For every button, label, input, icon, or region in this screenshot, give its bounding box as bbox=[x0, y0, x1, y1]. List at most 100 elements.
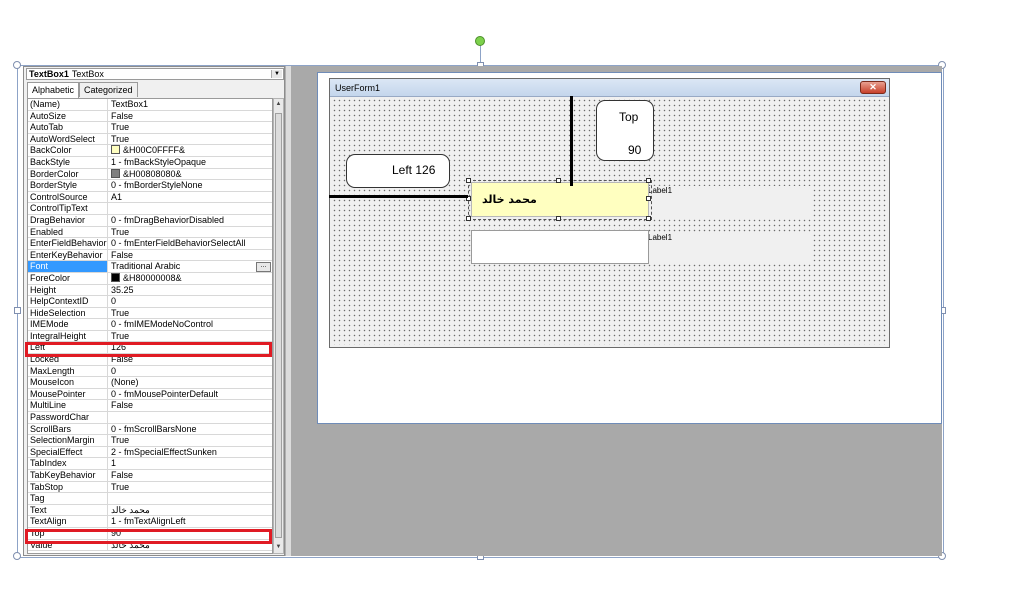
object-type: TextBox bbox=[71, 69, 104, 79]
ctl-handle-tl[interactable] bbox=[466, 178, 471, 183]
property-name: SpecialEffect bbox=[28, 446, 108, 458]
property-value[interactable]: TextBox1 bbox=[109, 99, 272, 110]
chevron-down-icon[interactable]: ▼ bbox=[271, 70, 282, 78]
property-row[interactable]: DragBehavior 0 - fmDragBehaviorDisabled bbox=[28, 214, 272, 227]
property-row[interactable]: PasswordChar bbox=[28, 412, 272, 424]
object-selector[interactable]: TextBox1 TextBox ▼ bbox=[26, 68, 284, 80]
property-value[interactable] bbox=[109, 412, 272, 423]
scroll-down-icon[interactable]: ▼ bbox=[274, 543, 283, 552]
tab-categorized[interactable]: Categorized bbox=[79, 82, 138, 97]
property-value[interactable]: False bbox=[109, 111, 272, 122]
property-value[interactable]: (None) bbox=[109, 377, 272, 388]
property-row[interactable]: MouseIcon (None) bbox=[28, 377, 272, 389]
font-picker-button[interactable]: ... bbox=[256, 262, 271, 272]
property-value[interactable]: 0 bbox=[109, 366, 272, 377]
property-value[interactable]: 0 - fmEnterFieldBehaviorSelectAll bbox=[109, 238, 272, 249]
property-value[interactable]: 35.25 bbox=[109, 285, 272, 296]
property-row[interactable]: Text محمد خالد bbox=[28, 504, 272, 517]
label1-control-a[interactable]: Label1 bbox=[646, 186, 811, 217]
ctl-handle-bm[interactable] bbox=[556, 216, 561, 221]
property-row[interactable]: Tag bbox=[28, 493, 272, 505]
property-scrollbar[interactable]: ▲ ▼ bbox=[273, 98, 284, 554]
property-value[interactable]: محمد خالد bbox=[109, 505, 272, 516]
ctl-handle-mr[interactable] bbox=[646, 196, 651, 201]
property-value[interactable]: 1 - fmBackStyleOpaque bbox=[109, 157, 272, 168]
ctl-handle-bl[interactable] bbox=[466, 216, 471, 221]
property-value[interactable]: False bbox=[109, 470, 272, 481]
property-row[interactable]: BackColor &H00C0FFFF& bbox=[28, 145, 272, 157]
userform-titlebar[interactable]: UserForm1 ✕ bbox=[330, 79, 889, 97]
property-value[interactable]: True bbox=[109, 482, 272, 493]
property-row[interactable]: IMEMode 0 - fmIMEModeNoControl bbox=[28, 319, 272, 331]
property-row[interactable]: Enabled True bbox=[28, 226, 272, 239]
property-value[interactable]: True bbox=[109, 134, 272, 145]
property-value[interactable]: Traditional Arabic... bbox=[109, 261, 272, 272]
left-callout-text: Left 126 bbox=[392, 163, 436, 177]
property-value[interactable]: True bbox=[109, 227, 272, 238]
property-row[interactable]: MultiLine False bbox=[28, 400, 272, 413]
property-value[interactable]: False bbox=[109, 250, 272, 261]
property-row[interactable]: AutoTab True bbox=[28, 122, 272, 134]
property-row[interactable]: Height 35.25 bbox=[28, 284, 272, 297]
property-value[interactable]: True bbox=[109, 435, 272, 446]
property-value[interactable]: 0 - fmScrollBarsNone bbox=[109, 424, 272, 435]
property-value[interactable]: A1 bbox=[109, 192, 272, 203]
property-value[interactable] bbox=[109, 203, 272, 214]
property-row[interactable]: AutoWordSelect True bbox=[28, 133, 272, 146]
resize-handle-bottom-left[interactable] bbox=[13, 552, 21, 560]
property-value[interactable]: True bbox=[109, 122, 272, 133]
property-value[interactable]: 2 - fmSpecialEffectSunken bbox=[109, 447, 272, 458]
resize-handle-left[interactable] bbox=[14, 307, 21, 314]
property-row[interactable]: SpecialEffect 2 - fmSpecialEffectSunken bbox=[28, 446, 272, 459]
ctl-handle-tr[interactable] bbox=[646, 178, 651, 183]
scroll-thumb[interactable] bbox=[275, 113, 282, 538]
property-value[interactable]: 0 - fmMousePointerDefault bbox=[109, 389, 272, 400]
property-row[interactable]: IntegralHeight True bbox=[28, 330, 272, 343]
property-row[interactable]: BorderStyle 0 - fmBorderStyleNone bbox=[28, 180, 272, 192]
ctl-handle-br[interactable] bbox=[646, 216, 651, 221]
property-value[interactable]: &H00C0FFFF& bbox=[109, 145, 272, 156]
property-row[interactable]: MaxLength 0 bbox=[28, 365, 272, 378]
property-value[interactable]: 0 - fmBorderStyleNone bbox=[109, 180, 272, 191]
property-row[interactable]: TabKeyBehavior False bbox=[28, 470, 272, 482]
property-row[interactable]: TabIndex 1 bbox=[28, 458, 272, 470]
property-value[interactable]: False bbox=[109, 400, 272, 411]
property-row[interactable]: AutoSize False bbox=[28, 110, 272, 123]
property-row[interactable]: TabStop True bbox=[28, 481, 272, 494]
property-row[interactable]: HideSelection True bbox=[28, 307, 272, 320]
resize-handle-top-left[interactable] bbox=[13, 61, 21, 69]
property-row[interactable]: ControlSource A1 bbox=[28, 191, 272, 204]
property-row[interactable]: BackStyle 1 - fmBackStyleOpaque bbox=[28, 156, 272, 169]
ctl-handle-tm[interactable] bbox=[556, 178, 561, 183]
close-button[interactable]: ✕ bbox=[860, 81, 886, 94]
property-row[interactable]: ControlTipText bbox=[28, 203, 272, 215]
textbox2-control[interactable] bbox=[471, 230, 649, 264]
property-name: SelectionMargin bbox=[28, 435, 108, 446]
label1-control-b[interactable]: Label1 bbox=[646, 233, 811, 264]
property-value[interactable]: &H80000008& bbox=[109, 272, 272, 284]
property-row[interactable]: EnterKeyBehavior False bbox=[28, 249, 272, 262]
property-row[interactable]: SelectionMargin True bbox=[28, 435, 272, 447]
property-value[interactable] bbox=[109, 493, 272, 504]
property-row[interactable]: HelpContextID 0 bbox=[28, 296, 272, 308]
tab-alphabetic[interactable]: Alphabetic bbox=[27, 82, 80, 98]
property-value[interactable]: 0 - fmDragBehaviorDisabled bbox=[109, 215, 272, 226]
property-row[interactable]: (Name) TextBox1 bbox=[28, 99, 272, 111]
property-value[interactable]: True bbox=[109, 331, 272, 342]
property-row[interactable]: ForeColor &H80000008& bbox=[28, 272, 272, 285]
rotate-handle[interactable] bbox=[475, 36, 485, 46]
property-row[interactable]: MousePointer 0 - fmMousePointerDefault bbox=[28, 388, 272, 401]
property-row[interactable]: ScrollBars 0 - fmScrollBarsNone bbox=[28, 423, 272, 436]
property-row[interactable]: EnterFieldBehavior 0 - fmEnterFieldBehavi… bbox=[28, 238, 272, 250]
top-callout-label: Top bbox=[619, 110, 639, 124]
property-value[interactable]: &H00808080& bbox=[109, 168, 272, 180]
property-value[interactable]: 0 bbox=[109, 296, 272, 307]
property-row[interactable]: TextAlign 1 - fmTextAlignLeft bbox=[28, 516, 272, 528]
property-row[interactable]: BorderColor &H00808080& bbox=[28, 168, 272, 181]
property-row[interactable]: Font Traditional Arabic... bbox=[28, 261, 272, 273]
property-value[interactable]: 1 - fmTextAlignLeft bbox=[109, 516, 272, 527]
property-value[interactable]: True bbox=[109, 308, 272, 319]
scroll-up-icon[interactable]: ▲ bbox=[274, 100, 283, 109]
property-value[interactable]: 1 bbox=[109, 458, 272, 469]
property-value[interactable]: 0 - fmIMEModeNoControl bbox=[109, 319, 272, 330]
